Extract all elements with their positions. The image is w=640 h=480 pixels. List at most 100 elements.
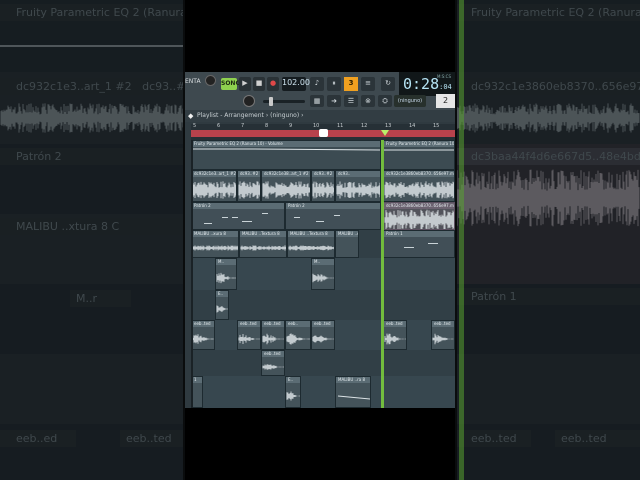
audio-clip[interactable]: dc93.. bbox=[335, 170, 381, 202]
automation-clip[interactable]: Fruity Parametric EQ 2 (Ranura 10) bbox=[383, 140, 455, 170]
bg-clip-label: eeb..ted bbox=[555, 430, 640, 447]
audio-clip[interactable]: MALIBU ..xura 8 bbox=[191, 230, 239, 258]
stop-button[interactable]: ■ bbox=[253, 77, 265, 91]
ruler-bar-number: 6 bbox=[217, 123, 221, 129]
audio-clip[interactable]: MALIBU ..Textura 8 bbox=[239, 230, 287, 258]
audio-clip[interactable]: dc93..#2 bbox=[237, 170, 261, 202]
waveform bbox=[262, 181, 310, 199]
bg-clip-label: M..r bbox=[70, 290, 131, 307]
bg-clip-label: MALIBU ..xtura 8 C bbox=[0, 218, 185, 235]
audio-clip[interactable]: MALIBU ..Textura 8 bbox=[287, 230, 335, 258]
audio-clip[interactable]: dc93..#2 bbox=[311, 170, 335, 202]
ruler-bar-number: 8 bbox=[265, 123, 269, 129]
audio-clip[interactable]: eeb..ted bbox=[191, 320, 215, 350]
tempo-display[interactable]: 102.000 bbox=[282, 77, 315, 91]
main-pitch-knob[interactable] bbox=[243, 95, 255, 107]
note bbox=[428, 243, 438, 244]
audio-clip[interactable]: eeb..ted bbox=[431, 320, 455, 350]
waveform bbox=[240, 245, 286, 251]
bg-clip-label: dc3baa44f4d6e667d5..48e4bd.mp3 bbox=[455, 148, 640, 165]
browser-icon[interactable]: ☰ bbox=[344, 95, 358, 107]
menu-label[interactable]: ENTA bbox=[185, 76, 202, 88]
playhead-line[interactable] bbox=[381, 140, 384, 408]
audio-clip[interactable]: eeb..ted bbox=[311, 320, 335, 350]
note bbox=[316, 221, 324, 222]
waveform bbox=[192, 245, 238, 251]
timeline-ruler[interactable]: 5 6 7 8 9 10 11 12 13 14 15 bbox=[191, 123, 455, 140]
master-volume-knob[interactable] bbox=[205, 75, 216, 86]
audio-clip[interactable]: MALIBU ..ra 8 bbox=[335, 376, 371, 408]
play-button[interactable]: ▶ bbox=[239, 77, 251, 91]
audio-clip[interactable]: MALIBU ..d 8 bbox=[335, 230, 359, 258]
audio-clip[interactable]: dc932c1e3860eb8370..656e97.mp3 bbox=[383, 170, 455, 202]
bg-clip-label: Patrón 2 bbox=[0, 148, 185, 165]
automation-curve bbox=[384, 149, 454, 151]
plugin-icon[interactable]: ⛭ bbox=[378, 95, 392, 107]
audio-clip[interactable]: E.. bbox=[285, 376, 301, 408]
waveform bbox=[312, 273, 334, 283]
countdown-icon[interactable]: 3 bbox=[344, 77, 358, 91]
audio-clip[interactable]: E.. bbox=[215, 290, 229, 320]
bg-waveform bbox=[455, 169, 640, 227]
ruler-bar-number: 5 bbox=[193, 123, 197, 129]
track-lane[interactable] bbox=[191, 350, 455, 376]
note bbox=[204, 223, 212, 224]
wait-input-icon[interactable]: ⏸ bbox=[327, 77, 341, 91]
automation-clip[interactable]: Fruity Parametric EQ 2 (Ranura 10) - Vol… bbox=[191, 140, 381, 170]
track-lane[interactable] bbox=[191, 376, 455, 408]
snap-icon[interactable]: ▦ bbox=[310, 95, 324, 107]
audio-clip[interactable]: eeb..ted bbox=[237, 320, 261, 350]
pattern-clip[interactable]: Patrón 1 bbox=[383, 230, 455, 258]
ruler-bar-number: 9 bbox=[289, 123, 293, 129]
loop-record-icon[interactable]: ↻ bbox=[381, 77, 395, 91]
bg-clip-label: dc932c1e3..art_1 #2 dc93..#2 bbox=[0, 78, 185, 95]
automation-curve bbox=[192, 148, 380, 151]
song-mode-button[interactable]: SONG bbox=[221, 78, 240, 90]
waveform bbox=[216, 272, 236, 284]
bg-lane bbox=[455, 354, 640, 424]
record-button[interactable]: ● bbox=[267, 77, 279, 91]
audio-clip[interactable]: eeb.. bbox=[285, 320, 311, 350]
waveform bbox=[384, 209, 454, 229]
pattern-number-field[interactable]: 2 bbox=[436, 94, 455, 108]
bg-clip-label: Fruity Parametric EQ 2 (Ranura 10) bbox=[0, 4, 185, 21]
bg-lane: Patrón 2 bbox=[0, 144, 185, 214]
note bbox=[294, 217, 300, 218]
audio-clip[interactable]: M.. bbox=[311, 258, 335, 290]
waveform bbox=[312, 335, 334, 343]
playlist-header: ◆ Playlist - Arrangement › (ninguno) › bbox=[185, 110, 455, 122]
pattern-selector[interactable]: (ninguno) bbox=[394, 95, 426, 107]
bg-automation-line bbox=[0, 45, 185, 47]
audio-clip-selected[interactable]: dc932c1e3860eb8370..656e97.mp3 bbox=[383, 202, 455, 230]
bg-clip-label: eeb..ed bbox=[0, 430, 76, 447]
ruler-bar-number: 13 bbox=[385, 123, 392, 129]
audio-clip[interactable]: eeb..ted bbox=[261, 350, 285, 376]
note bbox=[404, 247, 414, 248]
waveform bbox=[286, 391, 300, 401]
playlist-menu-icon[interactable]: ◆ bbox=[188, 110, 193, 122]
slider-thumb[interactable] bbox=[269, 97, 273, 106]
ruler-bar-number: 7 bbox=[241, 123, 245, 129]
audio-clip[interactable]: eeb..ted bbox=[383, 320, 407, 350]
clip-body bbox=[192, 209, 284, 229]
audio-clip[interactable]: M.. bbox=[215, 258, 237, 290]
waveform bbox=[192, 334, 214, 344]
audio-clip[interactable]: eeb..ted bbox=[261, 320, 285, 350]
note bbox=[262, 213, 268, 214]
metronome-icon[interactable]: ♪ bbox=[310, 77, 324, 91]
arrow-right-icon[interactable]: ➜ bbox=[327, 95, 341, 107]
pattern-clip[interactable]: Patrón 2 bbox=[285, 202, 381, 230]
audio-clip[interactable]: dc932c1e3..art_1 #2 bbox=[191, 170, 237, 202]
bg-clip-label: dc932c1e3860eb8370..656e97.mp3 bbox=[455, 78, 640, 95]
volume-slider[interactable] bbox=[263, 97, 305, 106]
track-lane[interactable] bbox=[191, 290, 455, 320]
bg-waveform bbox=[0, 103, 185, 133]
blend-notes-icon[interactable]: ≡ bbox=[361, 77, 375, 91]
clip-body bbox=[336, 237, 358, 257]
audio-clip[interactable]: dc932c1e38..art_1 #2 bbox=[261, 170, 311, 202]
link-icon[interactable]: ⊗ bbox=[361, 95, 375, 107]
ruler-bar-number: 14 bbox=[409, 123, 416, 129]
bg-lane: Patrón 1 bbox=[455, 284, 640, 354]
pattern-clip[interactable]: Patrón 2 bbox=[191, 202, 285, 230]
playhead-marker-icon[interactable] bbox=[381, 130, 389, 136]
